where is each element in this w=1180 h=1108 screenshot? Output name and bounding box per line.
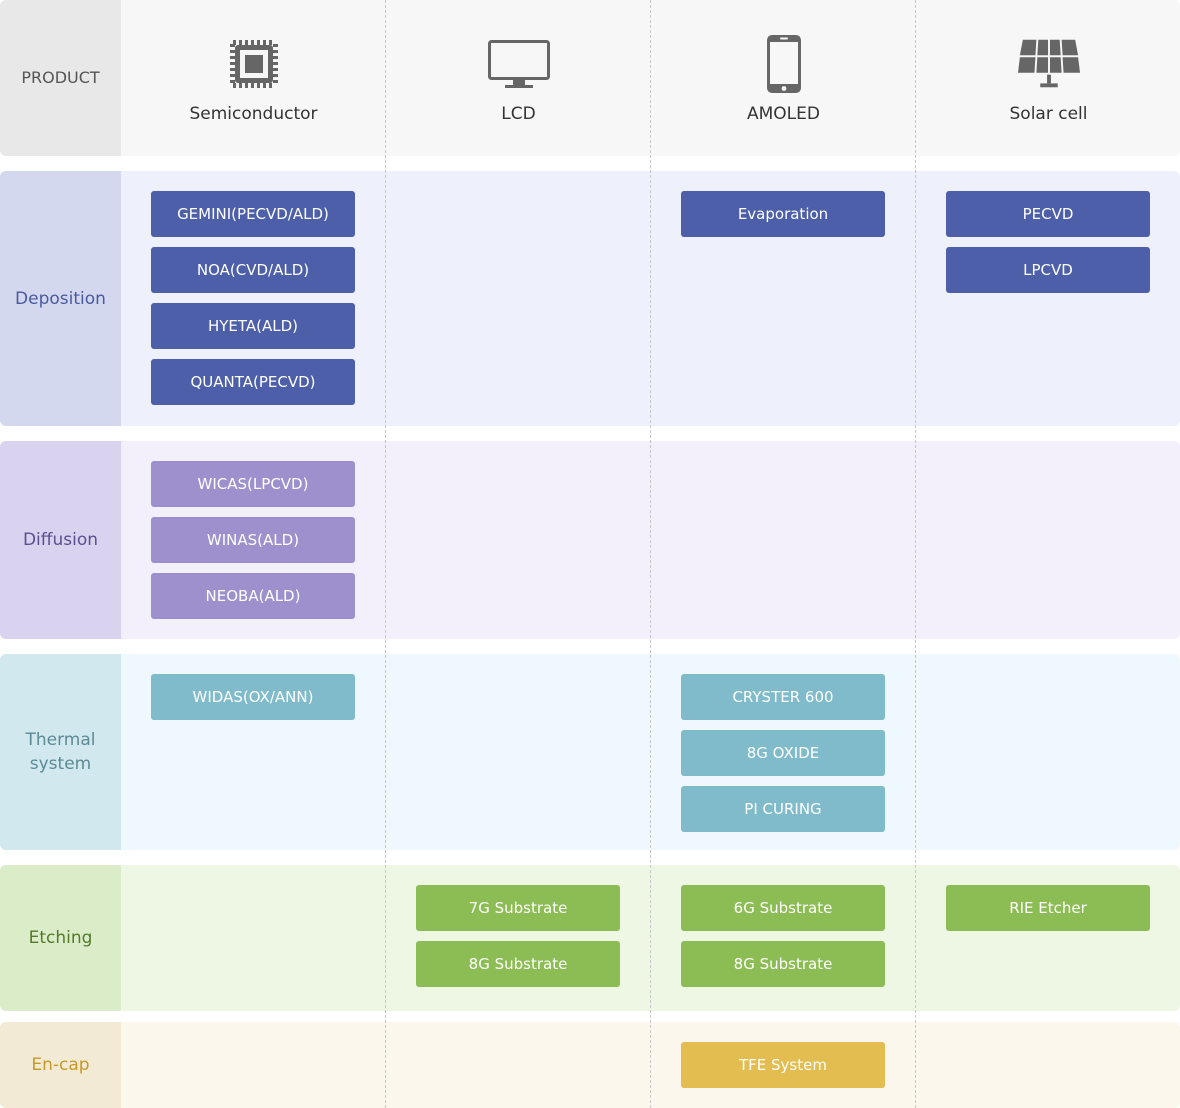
process-box[interactable]: PI CURING	[681, 786, 885, 832]
process-box[interactable]: PECVD	[946, 191, 1150, 237]
process-box[interactable]: CRYSTER 600	[681, 674, 885, 720]
thermal-label: Thermal system	[0, 654, 121, 850]
solar-panel-icon	[1017, 34, 1081, 94]
process-box[interactable]: HYETA(ALD)	[151, 303, 355, 349]
process-box[interactable]: 8G Substrate	[416, 941, 620, 987]
column-divider	[385, 0, 386, 1108]
process-box[interactable]: 7G Substrate	[416, 885, 620, 931]
encap-row: En-cap	[0, 1022, 1180, 1108]
product-solar: Solar cell	[916, 0, 1180, 156]
column-divider	[915, 0, 916, 1108]
product-amoled: AMOLED	[651, 0, 916, 156]
process-box[interactable]: TFE System	[681, 1042, 885, 1088]
process-box[interactable]: NOA(CVD/ALD)	[151, 247, 355, 293]
process-box[interactable]: GEMINI(PECVD/ALD)	[151, 191, 355, 237]
process-box[interactable]: QUANTA(PECVD)	[151, 359, 355, 405]
product-semiconductor: Semiconductor	[121, 0, 386, 156]
process-box[interactable]: 8G Substrate	[681, 941, 885, 987]
thermal-label-line2: system	[29, 754, 92, 774]
diffusion-label: Diffusion	[0, 441, 121, 639]
process-box[interactable]: WIDAS(OX/ANN)	[151, 674, 355, 720]
smartphone-icon	[752, 34, 816, 94]
monitor-icon	[487, 34, 551, 94]
process-box[interactable]: RIE Etcher	[946, 885, 1150, 931]
process-box[interactable]: NEOBA(ALD)	[151, 573, 355, 619]
deposition-label: Deposition	[0, 171, 121, 426]
product-name: LCD	[501, 104, 536, 124]
process-box[interactable]: 8G OXIDE	[681, 730, 885, 776]
product-name: Semiconductor	[189, 104, 318, 124]
product-name: Solar cell	[1009, 104, 1088, 124]
product-label: PRODUCT	[0, 0, 121, 156]
encap-label: En-cap	[0, 1022, 121, 1108]
column-divider	[650, 0, 651, 1108]
etching-label: Etching	[0, 865, 121, 1011]
process-box[interactable]: WICAS(LPCVD)	[151, 461, 355, 507]
thermal-label-line1: Thermal	[25, 730, 96, 750]
product-name: AMOLED	[747, 104, 820, 124]
process-box[interactable]: Evaporation	[681, 191, 885, 237]
chip-icon	[222, 34, 286, 94]
product-lcd: LCD	[386, 0, 651, 156]
process-box[interactable]: 6G Substrate	[681, 885, 885, 931]
process-box[interactable]: LPCVD	[946, 247, 1150, 293]
process-box[interactable]: WINAS(ALD)	[151, 517, 355, 563]
